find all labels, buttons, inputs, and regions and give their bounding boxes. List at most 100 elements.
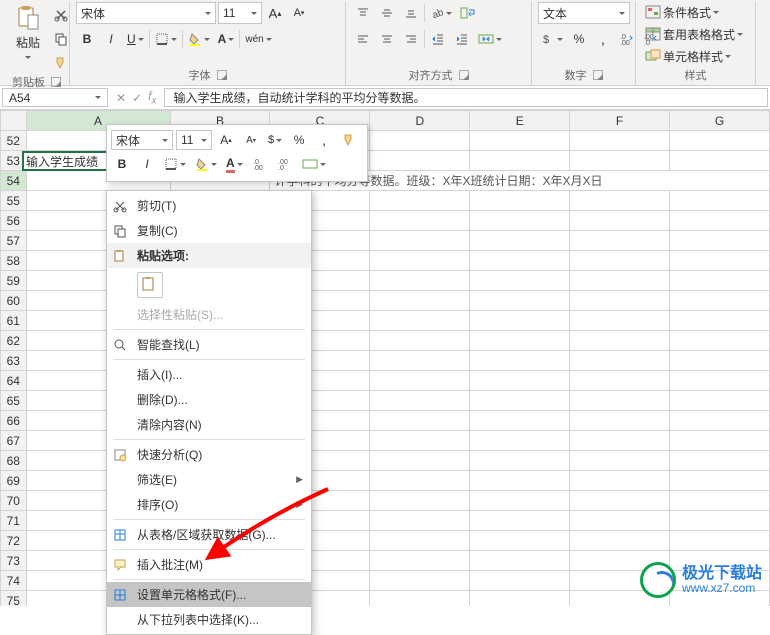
underline-button[interactable]: U — [124, 28, 147, 50]
cell[interactable] — [470, 271, 570, 291]
cell[interactable] — [370, 411, 470, 431]
align-center-button[interactable] — [376, 28, 398, 50]
cell[interactable] — [670, 391, 770, 411]
font-color-button[interactable]: A — [215, 28, 238, 50]
column-header[interactable]: G — [670, 111, 770, 131]
row-header[interactable]: 67 — [1, 431, 27, 451]
select-all-corner[interactable] — [1, 111, 27, 131]
cell[interactable] — [670, 251, 770, 271]
bold-button[interactable]: B — [76, 28, 98, 50]
cell[interactable] — [470, 511, 570, 531]
name-box[interactable]: A54 — [2, 88, 108, 107]
formula-input[interactable]: 输入学生成绩，自动统计学科的平均分等数据。 — [164, 88, 768, 107]
wrap-text-button[interactable] — [457, 2, 479, 24]
ctx-quick-analysis[interactable]: 快速分析(Q) — [107, 442, 311, 467]
cell[interactable] — [370, 451, 470, 471]
cell[interactable] — [470, 151, 570, 171]
row-header[interactable]: 74 — [1, 571, 27, 591]
ctx-pick-list[interactable]: 从下拉列表中选择(K)... — [107, 607, 311, 632]
cell[interactable] — [670, 411, 770, 431]
row-header[interactable]: 64 — [1, 371, 27, 391]
row-header[interactable]: 68 — [1, 451, 27, 471]
cell[interactable] — [370, 151, 470, 171]
mini-decrease-font[interactable]: A▾ — [240, 129, 262, 151]
row-header[interactable]: 69 — [1, 471, 27, 491]
cell[interactable] — [570, 391, 670, 411]
ctx-clear[interactable]: 清除内容(N) — [107, 412, 311, 437]
cell[interactable] — [670, 291, 770, 311]
fill-color-button[interactable] — [185, 28, 213, 50]
dialog-launcher-icon[interactable] — [217, 70, 227, 80]
cell[interactable] — [370, 351, 470, 371]
cell[interactable] — [370, 571, 470, 591]
dialog-launcher-icon[interactable] — [459, 70, 469, 80]
percent-button[interactable]: % — [568, 28, 590, 50]
cell[interactable] — [570, 271, 670, 291]
row-header[interactable]: 63 — [1, 351, 27, 371]
row-header[interactable]: 59 — [1, 271, 27, 291]
row-header[interactable]: 62 — [1, 331, 27, 351]
row-header[interactable]: 70 — [1, 491, 27, 511]
row-header[interactable]: 61 — [1, 311, 27, 331]
cell[interactable] — [670, 531, 770, 551]
cell[interactable] — [670, 431, 770, 451]
ctx-sort[interactable]: 排序(O)▶ — [107, 492, 311, 517]
mini-font-color[interactable]: A — [223, 153, 246, 175]
align-left-button[interactable] — [352, 28, 374, 50]
cell[interactable] — [370, 211, 470, 231]
cell[interactable] — [370, 251, 470, 271]
cell[interactable] — [570, 531, 670, 551]
conditional-format-button[interactable]: 条件格式 — [642, 2, 722, 22]
font-name-combo[interactable]: 宋体 — [76, 2, 216, 24]
row-header[interactable]: 56 — [1, 211, 27, 231]
row-header[interactable]: 58 — [1, 251, 27, 271]
row-header[interactable]: 72 — [1, 531, 27, 551]
format-as-table-button[interactable]: 套用表格格式 — [642, 24, 746, 44]
cell[interactable] — [470, 571, 570, 591]
ctx-filter[interactable]: 筛选(E)▶ — [107, 467, 311, 492]
cancel-formula-icon[interactable]: ✕ — [116, 91, 126, 105]
mini-accounting-button[interactable]: $ — [265, 129, 285, 151]
cell-styles-button[interactable]: 单元格样式 — [642, 46, 734, 66]
mini-border[interactable] — [161, 153, 189, 175]
cell[interactable] — [670, 511, 770, 531]
mini-bold[interactable]: B — [111, 153, 133, 175]
ctx-table-data[interactable]: 从表格/区域获取数据(G)... — [107, 522, 311, 547]
cell[interactable] — [470, 551, 570, 571]
cell[interactable] — [670, 371, 770, 391]
cell[interactable] — [470, 131, 570, 151]
cell[interactable] — [570, 311, 670, 331]
mini-increase-font[interactable]: A▴ — [215, 129, 237, 151]
cell[interactable] — [370, 291, 470, 311]
paste-button[interactable]: 粘贴 — [10, 2, 46, 64]
cell[interactable] — [670, 191, 770, 211]
row-header[interactable]: 54 — [1, 171, 27, 191]
cell[interactable] — [570, 451, 670, 471]
fx-icon[interactable]: fx — [148, 89, 156, 106]
row-header[interactable]: 57 — [1, 231, 27, 251]
column-header[interactable]: F — [570, 111, 670, 131]
cell[interactable] — [470, 211, 570, 231]
ctx-smart-lookup[interactable]: 智能查找(L) — [107, 332, 311, 357]
ctx-format-cells[interactable]: 设置单元格格式(F)... — [107, 582, 311, 607]
cell[interactable] — [670, 311, 770, 331]
decrease-indent-button[interactable] — [427, 28, 449, 50]
row-header[interactable]: 55 — [1, 191, 27, 211]
dialog-launcher-icon[interactable] — [51, 77, 61, 87]
cell[interactable] — [470, 351, 570, 371]
cell[interactable] — [470, 451, 570, 471]
cell[interactable] — [370, 131, 470, 151]
cell[interactable] — [370, 551, 470, 571]
cell[interactable] — [470, 371, 570, 391]
cell[interactable] — [570, 191, 670, 211]
cell[interactable] — [470, 591, 570, 607]
cell[interactable] — [370, 271, 470, 291]
italic-button[interactable]: I — [100, 28, 122, 50]
align-top-button[interactable] — [352, 2, 374, 24]
cell[interactable] — [470, 531, 570, 551]
mini-comma-button[interactable]: , — [313, 129, 335, 151]
mini-italic[interactable]: I — [136, 153, 158, 175]
decrease-font-button[interactable]: A▾ — [288, 2, 310, 24]
comma-button[interactable]: , — [592, 28, 614, 50]
cell[interactable] — [370, 491, 470, 511]
